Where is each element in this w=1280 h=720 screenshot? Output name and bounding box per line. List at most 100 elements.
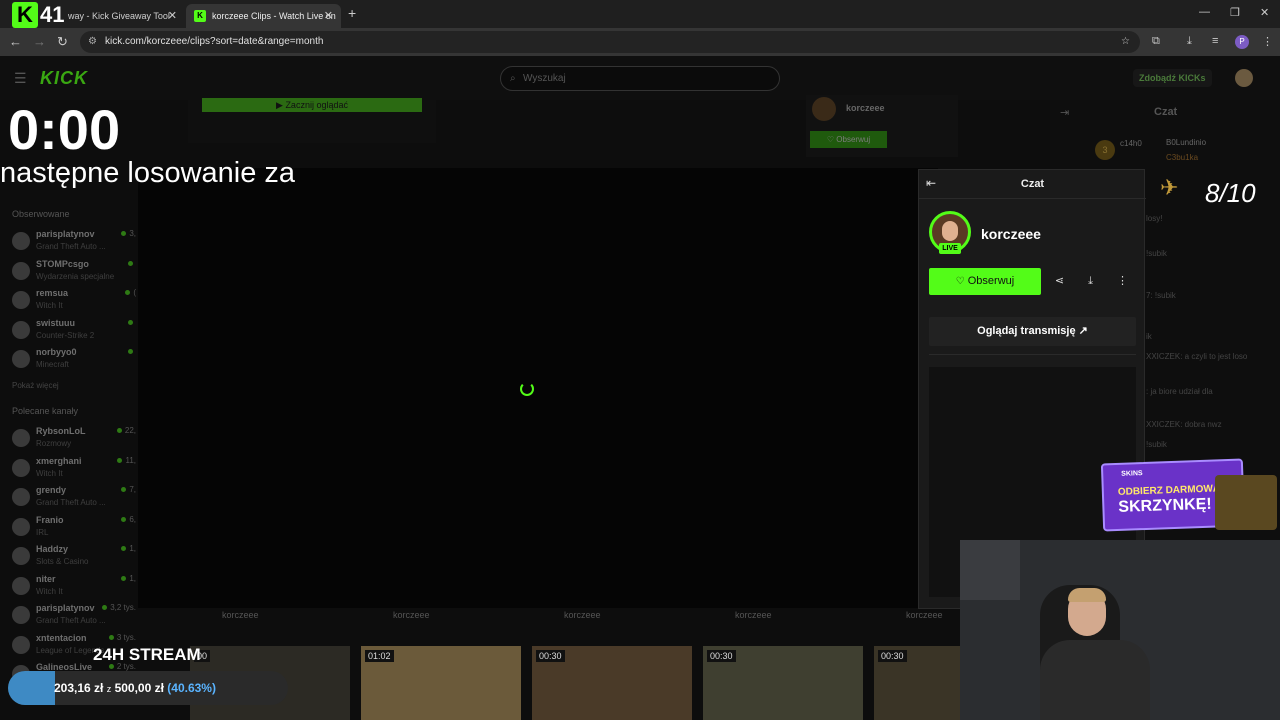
sidebar-channel[interactable]: parisplatynov Grand Theft Auto ... 3,	[12, 229, 136, 257]
channel-name: remsua	[36, 288, 69, 298]
channel-avatar	[812, 97, 836, 121]
viewer-count-text: 1,	[129, 544, 136, 553]
live-dot-icon	[128, 260, 133, 266]
sidebar-channel[interactable]: STOMPcsgo Wydarzenia specjalne	[12, 259, 136, 287]
close-tab-icon[interactable]: ✕	[324, 9, 333, 22]
viewer-count-text: 7,	[129, 485, 136, 494]
clip-thumbnail[interactable]: 01:02	[361, 646, 521, 720]
channel-category: Grand Theft Auto ...	[36, 242, 106, 251]
channel-name: STOMPcsgo	[36, 258, 89, 269]
channel-avatar	[12, 517, 30, 536]
forward-icon[interactable]: →	[33, 34, 46, 49]
channel-name: grendy	[36, 485, 67, 495]
channel-avatar	[12, 429, 30, 447]
ad-brand: SKINS	[1121, 470, 1143, 478]
stream-title: 24H STREAM	[93, 645, 201, 664]
channel-avatar	[12, 576, 30, 595]
live-dot-icon	[121, 546, 127, 551]
viewer-count: 3,	[121, 229, 136, 238]
tab-korczeee-clips[interactable]: K korczeee Clips - Watch Live on ✕	[186, 4, 341, 28]
live-dot-icon	[116, 428, 122, 433]
extensions-icon[interactable]: ⧉	[1152, 35, 1160, 48]
live-dot-icon	[121, 516, 127, 522]
show-more-link[interactable]: Pokaż więcej	[12, 381, 59, 390]
sidebar-channel[interactable]: swistuuu Counter-Strike 2	[12, 318, 136, 346]
browser-menu-icon[interactable]: ⋮	[1262, 35, 1273, 48]
site-info-icon[interactable]: ⚙	[88, 31, 97, 53]
bookmark-star-icon[interactable]: ☆	[1121, 31, 1130, 53]
live-dot-icon	[121, 575, 127, 581]
search-input[interactable]: ⌕ Wyszukaj	[500, 66, 780, 91]
channel-name: xmerghani	[36, 455, 82, 466]
watch-stream-button[interactable]: Oglądaj transmisję ↗	[929, 317, 1136, 346]
clip-thumbnail[interactable]: 00:30	[532, 646, 692, 720]
collapse-chat-icon[interactable]: ⇥	[1060, 106, 1069, 119]
profile-avatar[interactable]: P	[1235, 35, 1249, 49]
webcam-feed	[960, 540, 1280, 720]
clip-channel-label: korczeee	[906, 610, 943, 620]
kick-logo[interactable]: KICK	[40, 68, 88, 89]
channel-avatar	[12, 458, 30, 477]
new-tab-button[interactable]: +	[348, 5, 356, 21]
sidebar-channel[interactable]: remsua Witch It (	[12, 288, 136, 316]
url-field[interactable]: ⚙ kick.com/korczeee/clips?sort=date&rang…	[80, 31, 1140, 53]
background-light	[960, 540, 1020, 600]
live-dot-icon	[125, 290, 131, 295]
chat-user: c14h0	[1120, 139, 1142, 148]
viewer-count-text: 6,	[129, 514, 136, 524]
clip-duration: 01:02	[365, 650, 394, 662]
tab-label: korczeee Clips - Watch Live on	[212, 11, 336, 21]
live-dot-icon	[108, 634, 114, 640]
viewer-count: 7,	[121, 485, 136, 494]
viewer-count: 1,	[121, 574, 136, 583]
share-icon[interactable]: ⋖	[1046, 268, 1073, 295]
live-dot-icon	[121, 231, 127, 236]
streamer-hair	[1068, 588, 1106, 602]
channel-category: Grand Theft Auto ...	[36, 498, 106, 507]
counter-badge: K 41	[12, 2, 64, 28]
media-control-icon[interactable]: ≡	[1212, 35, 1218, 47]
channel-name: niter	[36, 573, 56, 584]
sidebar-channel[interactable]: xmerghani Witch It 11,	[12, 456, 136, 484]
download-icon[interactable]: ⤓	[1077, 268, 1104, 295]
user-avatar[interactable]	[1235, 69, 1253, 87]
channel-category: Witch It	[36, 586, 63, 596]
close-window-icon[interactable]: ✕	[1260, 6, 1269, 19]
channel-name: korczeee	[846, 103, 885, 113]
more-options-icon[interactable]: ⋮	[1109, 268, 1136, 295]
address-toolbar: ← → ↻ ⚙ kick.com/korczeee/clips?sort=dat…	[0, 28, 1280, 56]
close-tab-icon[interactable]: ✕	[168, 9, 177, 22]
menu-icon[interactable]: ☰	[14, 70, 27, 87]
get-kicks-button[interactable]: Zdobądź KICKs	[1133, 69, 1212, 87]
channel-avatar	[12, 261, 30, 280]
clip-thumbnail[interactable]: 00:30	[703, 646, 863, 720]
viewer-count-text: (	[133, 288, 136, 297]
sidebar-channel[interactable]: norbyyo0 Minecraft	[12, 347, 136, 375]
live-dot-icon	[128, 349, 133, 354]
sidebar-channel[interactable]: RybsonLoL Rozmowy 22,	[12, 426, 136, 454]
avatar-face	[942, 221, 958, 241]
clip-thumbnail[interactable]: 00:30	[874, 646, 960, 720]
minimize-icon[interactable]: —	[1199, 6, 1210, 18]
sidebar-channel[interactable]: Franio IRL 6,	[12, 515, 136, 543]
clip-channel-label: korczeee	[564, 610, 601, 620]
follow-button[interactable]: ♡ Obserwuj	[929, 268, 1041, 295]
viewer-count: 11,	[117, 456, 136, 465]
countdown-caption: następne losowanie za	[0, 157, 296, 189]
viewer-count-text: 3 tys.	[116, 632, 136, 642]
score-counter: 8/10	[1205, 178, 1256, 208]
start-watching-button[interactable]: ▶ Zacznij oglądać	[202, 98, 422, 112]
channel-name: swistuuu	[36, 317, 76, 328]
channel-avatar	[12, 635, 30, 654]
viewer-count	[128, 259, 136, 268]
back-icon[interactable]: ←	[9, 34, 22, 49]
reload-icon[interactable]: ↻	[57, 34, 68, 50]
channel-name[interactable]: korczeee	[981, 226, 1041, 242]
channel-avatar	[12, 291, 30, 309]
sidebar-channel[interactable]: grendy Grand Theft Auto ... 7,	[12, 485, 136, 513]
follow-button[interactable]: ♡ Obserwuj	[810, 131, 887, 148]
download-icon[interactable]: ⤓	[1187, 35, 1192, 48]
sidebar-channel[interactable]: niter Witch It 1,	[12, 574, 136, 602]
restore-icon[interactable]: ❐	[1230, 6, 1240, 19]
sidebar-channel[interactable]: Haddzy Slots & Casino 1,	[12, 544, 136, 572]
